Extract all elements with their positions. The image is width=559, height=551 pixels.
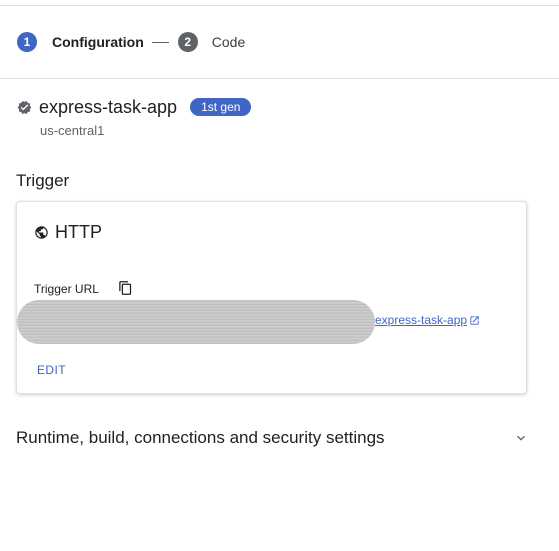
edit-trigger-button[interactable]: EDIT (37, 363, 66, 377)
check-circle-icon (17, 100, 32, 114)
step-1-indicator[interactable]: 1 (17, 32, 37, 52)
trigger-url-label: Trigger URL (34, 282, 99, 296)
header-divider (0, 78, 559, 79)
step-2-indicator[interactable]: 2 (177, 32, 198, 52)
trigger-card: HTTP Trigger URL express-task-app EDIT (16, 201, 527, 394)
function-name: express-task-app (39, 96, 178, 117)
step-1-label[interactable]: Configuration (52, 34, 144, 50)
trigger-url-link[interactable]: express-task-app (375, 313, 480, 327)
settings-label[interactable]: Runtime, build, connections and security… (16, 428, 385, 448)
function-header: express-task-app 1st gen (17, 96, 252, 118)
copy-icon[interactable] (118, 280, 133, 296)
trigger-url-text[interactable]: express-task-app (375, 313, 467, 327)
step-separator (151, 41, 169, 43)
trigger-section-title: Trigger (16, 171, 70, 190)
redacted-url-region (17, 300, 375, 344)
globe-icon (35, 226, 48, 239)
external-link-icon (470, 315, 479, 325)
trigger-type-header: HTTP (34, 222, 102, 243)
trigger-type: HTTP (55, 222, 102, 242)
step-2-label[interactable]: Code (212, 34, 245, 50)
trigger-url-row: express-task-app (17, 300, 526, 344)
function-region: us-central1 (40, 123, 105, 138)
chevron-down-icon[interactable] (513, 430, 529, 446)
stepper: 1 Configuration 2 Code (17, 32, 245, 52)
top-divider (0, 5, 559, 6)
settings-expander[interactable]: Runtime, build, connections and security… (16, 426, 529, 450)
generation-badge: 1st gen (190, 98, 252, 116)
